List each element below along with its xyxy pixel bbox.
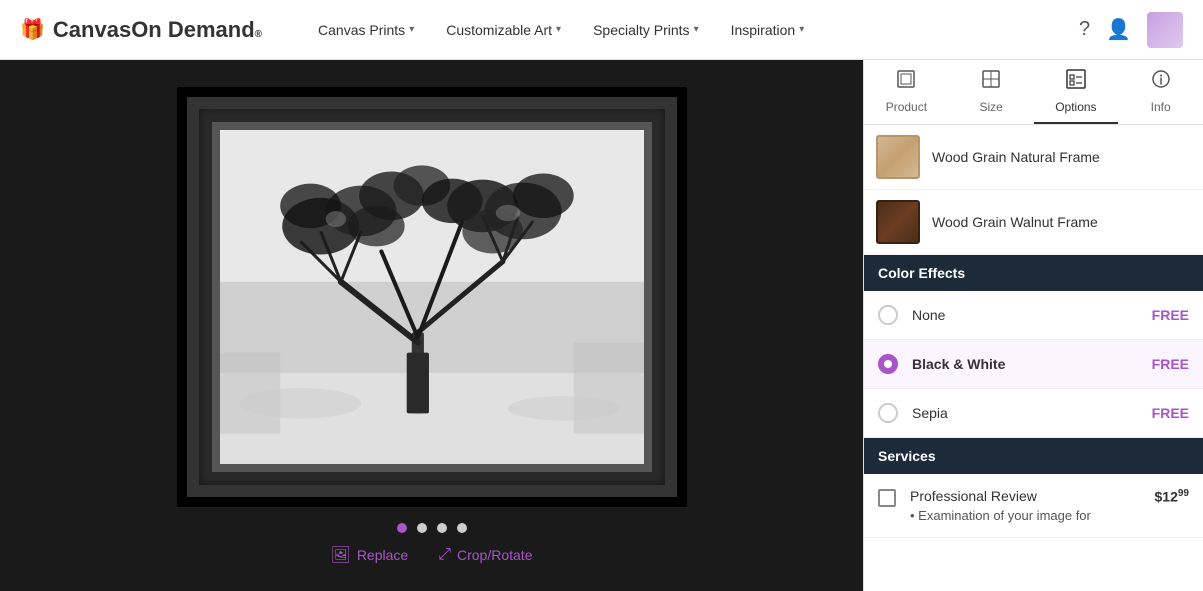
crop-rotate-button[interactable]: ⤢ Crop/Rotate (438, 545, 532, 565)
crop-rotate-icon: ⤢ (438, 546, 451, 564)
logo[interactable]: 🎁 CanvasOn Demand® (20, 17, 262, 43)
image-controls: 🖼 Replace ⤢ Crop/Rotate (331, 545, 533, 565)
canvas-image-wrapper (177, 87, 687, 507)
chevron-down-icon: ▾ (694, 24, 699, 35)
frame-label-natural: Wood Grain Natural Frame (932, 149, 1100, 165)
color-effect-sepia[interactable]: Sepia FREE (864, 389, 1203, 438)
replace-icon: 🖼 (331, 545, 351, 565)
chevron-down-icon: ▾ (799, 24, 804, 35)
image-panel: 🖼 Replace ⤢ Crop/Rotate (0, 60, 863, 591)
service-description: • Examination of your image for (910, 508, 1141, 523)
info-icon (1150, 68, 1172, 96)
frame-outer (187, 97, 677, 497)
radio-none[interactable] (878, 305, 898, 325)
effect-price-none: FREE (1152, 307, 1189, 323)
service-name: Professional Review (910, 488, 1141, 504)
radio-sepia[interactable] (878, 403, 898, 423)
frame-thumb-natural (876, 135, 920, 179)
dot-indicators (397, 523, 467, 533)
dot-3[interactable] (437, 523, 447, 533)
logo-icon: 🎁 (20, 17, 45, 42)
nav-right: ? 👤 (1079, 12, 1183, 48)
canvas-art (220, 130, 644, 464)
tab-size[interactable]: Size (949, 60, 1034, 124)
dot-1[interactable] (397, 523, 407, 533)
effect-price-bw: FREE (1152, 356, 1189, 372)
tabs-row: Product Size (864, 60, 1203, 125)
effect-label-bw: Black & White (912, 356, 1138, 372)
dot-2[interactable] (417, 523, 427, 533)
tab-product[interactable]: Product (864, 60, 949, 124)
avatar (1147, 12, 1183, 48)
product-icon (895, 68, 917, 96)
color-effect-bw[interactable]: Black & White FREE (864, 340, 1203, 389)
effect-label-none: None (912, 307, 1138, 323)
main-content: 🖼 Replace ⤢ Crop/Rotate Product (0, 60, 1203, 591)
tab-info[interactable]: Info (1118, 60, 1203, 124)
options-scroll[interactable]: Wood Grain Natural Frame Wood Grain Waln… (864, 125, 1203, 591)
nav-canvas-prints[interactable]: Canvas Prints ▾ (302, 0, 430, 60)
checkbox-professional-review[interactable] (878, 489, 896, 507)
chevron-down-icon: ▾ (556, 24, 561, 35)
frame-option-natural[interactable]: Wood Grain Natural Frame (864, 125, 1203, 190)
service-price: $1299 (1155, 488, 1189, 505)
frame-inner (212, 122, 652, 472)
chevron-down-icon: ▾ (409, 24, 414, 35)
color-effect-none[interactable]: None FREE (864, 291, 1203, 340)
frame-thumb-walnut (876, 200, 920, 244)
frame-label-walnut: Wood Grain Walnut Frame (932, 214, 1098, 230)
account-icon[interactable]: 👤 (1106, 17, 1131, 42)
logo-canvas: CanvasOn Demand® (53, 17, 262, 43)
service-details: Professional Review • Examination of you… (910, 488, 1141, 523)
tab-options[interactable]: Options (1034, 60, 1119, 124)
navbar: 🎁 CanvasOn Demand® Canvas Prints ▾ Custo… (0, 0, 1203, 60)
color-effects-header: Color Effects (864, 255, 1203, 291)
dot-4[interactable] (457, 523, 467, 533)
nav-customizable-art[interactable]: Customizable Art ▾ (430, 0, 577, 60)
nav-links: Canvas Prints ▾ Customizable Art ▾ Speci… (302, 0, 1079, 60)
help-icon[interactable]: ? (1079, 18, 1090, 41)
options-panel: Product Size (863, 60, 1203, 591)
nav-specialty-prints[interactable]: Specialty Prints ▾ (577, 0, 715, 60)
nav-inspiration[interactable]: Inspiration ▾ (715, 0, 821, 60)
size-icon (980, 68, 1002, 96)
options-icon (1065, 68, 1087, 96)
radio-bw[interactable] (878, 354, 898, 374)
effect-price-sepia: FREE (1152, 405, 1189, 421)
effect-label-sepia: Sepia (912, 405, 1138, 421)
replace-button[interactable]: 🖼 Replace (331, 545, 409, 565)
service-professional-review[interactable]: Professional Review • Examination of you… (864, 474, 1203, 538)
frame-option-walnut[interactable]: Wood Grain Walnut Frame (864, 190, 1203, 255)
services-header: Services (864, 438, 1203, 474)
